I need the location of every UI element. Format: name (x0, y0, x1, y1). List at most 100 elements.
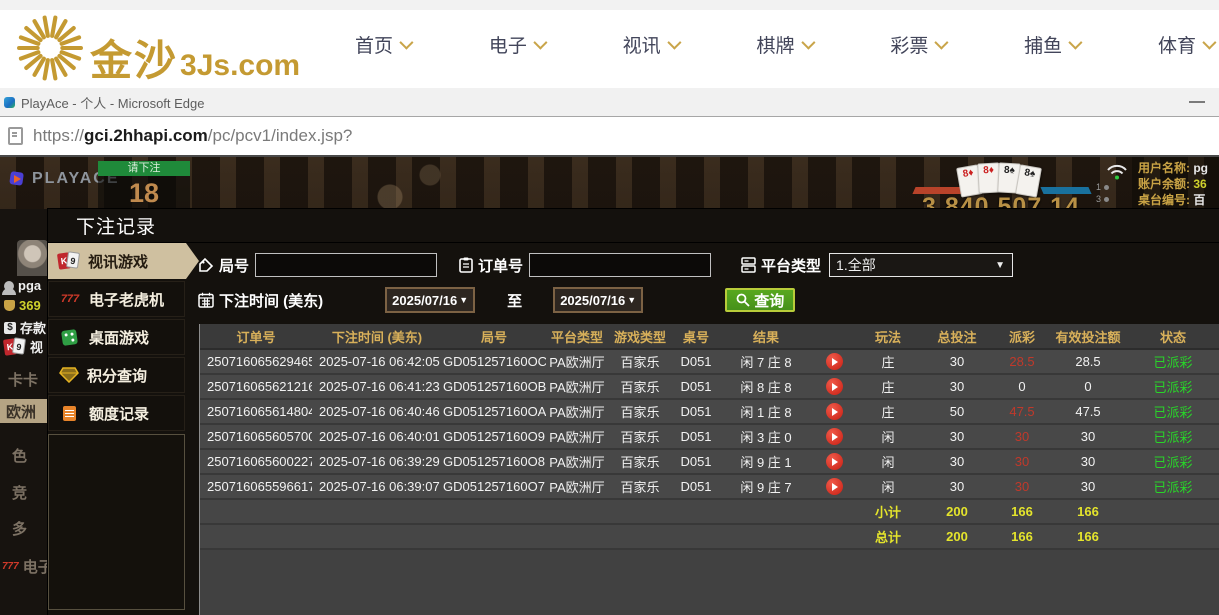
platform-type-select[interactable]: 1.全部 ▼ (829, 253, 1013, 277)
nav-label: 彩票 (890, 31, 928, 58)
cell-bet-time: 2025-07-16 06:39:29 (312, 449, 442, 474)
date-to-picker[interactable]: 2025/07/16 ▼ (553, 287, 643, 313)
bet-time-label: 下注时间 (美东) (219, 290, 323, 311)
table-row: 250716065629465 2025-07-16 06:42:05 GD05… (200, 349, 1219, 374)
menu-item-slots[interactable]: 777电子 (2, 556, 48, 577)
chevron-down-icon (533, 36, 547, 50)
nav-item-home[interactable]: 首页 (355, 31, 410, 58)
username-label: 用户名称: (1138, 161, 1190, 175)
menu-item-video[interactable]: K9 视 (4, 337, 43, 356)
play-icon (832, 458, 838, 466)
date-from-value: 2025/07/16 (392, 293, 457, 308)
search-button[interactable]: 查询 (725, 288, 795, 312)
tab-label: 积分查询 (87, 365, 147, 386)
order-no-input[interactable] (529, 253, 711, 277)
cell-game-type: 百家乐 (608, 449, 672, 474)
cell-result: 闲 3 庄 0 (720, 424, 812, 449)
table-row: 250716065614804 2025-07-16 06:40:46 GD05… (200, 399, 1219, 424)
balance-label: 账户余额: (1138, 177, 1190, 191)
bet-timer-box: 请下注 18 (98, 161, 190, 209)
col-play: 玩法 (856, 324, 920, 349)
server-stack-icon (741, 257, 756, 273)
tab-video-games[interactable]: K9 视讯游戏 (48, 243, 199, 279)
deposit-label: 存款 (20, 318, 46, 337)
cell-table-no: D051 (672, 374, 720, 399)
date-from-picker[interactable]: 2025/07/16 ▼ (385, 287, 475, 313)
address-bar[interactable]: https://gci.2hhapi.com/pc/pcv1/index.jsp… (0, 117, 1219, 156)
round-no-label-group: 局号 (198, 255, 249, 276)
cell-table-no: D051 (672, 399, 720, 424)
table-header-row: 订单号 下注时间 (美东) 局号 平台类型 游戏类型 桌号 结果 玩法 总投注 (200, 324, 1219, 349)
replay-button[interactable] (826, 353, 843, 370)
chevron-down-icon (1068, 36, 1082, 50)
nav-item-live[interactable]: 视讯 (623, 31, 678, 58)
cell-status: 已派彩 (1126, 399, 1219, 424)
menu-item-se[interactable]: 色 (12, 445, 27, 466)
cell-bet-time: 2025-07-16 06:39:07 (312, 474, 442, 499)
tab-table-games[interactable]: 桌面游戏 (48, 319, 185, 355)
cell-result: 闲 8 庄 8 (720, 374, 812, 399)
modal-content: 局号 订单号 平台类型 1.全部 ▼ (185, 243, 1219, 615)
cell-order-no: 250716065596617 (200, 474, 312, 499)
menu-item-duo[interactable]: 多 (12, 518, 27, 539)
col-platform: 平台类型 (546, 324, 608, 349)
cell-valid-bet: 0 (1050, 374, 1126, 399)
cell-payout: 47.5 (994, 399, 1050, 424)
document-icon (63, 406, 76, 421)
playing-cards-icon: K9 (4, 338, 26, 356)
nav-item-slots[interactable]: 电子 (489, 31, 544, 58)
nav-item-lottery[interactable]: 彩票 (890, 31, 945, 58)
menu-item-kaka[interactable]: 卡卡 (8, 369, 38, 390)
nav-item-fishing[interactable]: 捕鱼 (1024, 31, 1079, 58)
cell-status: 已派彩 (1126, 449, 1219, 474)
menu-item-europe-active[interactable]: 欧洲 (0, 399, 48, 423)
cell-game-type: 百家乐 (608, 474, 672, 499)
replay-button[interactable] (826, 403, 843, 420)
cell-table-no: D051 (672, 349, 720, 374)
table-number-label: 桌台编号: (1138, 193, 1190, 207)
nav-item-boardgames[interactable]: 棋牌 (756, 31, 811, 58)
lane-number: 1 (1096, 182, 1101, 192)
col-bet-time: 下注时间 (美东) (312, 324, 442, 349)
account-info-panel: 用户名称: pg 账户余额: 36 桌台编号: 百 (1132, 157, 1219, 209)
replay-button[interactable] (826, 428, 843, 445)
chevron-down-icon (667, 36, 681, 50)
username-text: pga (18, 278, 41, 293)
background-side-menu: pga 369 $存款 K9 视 卡卡 欧洲 色 竞 多 777电子 (0, 209, 48, 615)
minimize-button[interactable] (1189, 101, 1205, 103)
col-status: 状态 (1126, 324, 1219, 349)
nav-label: 电子 (489, 31, 527, 58)
cell-valid-bet: 30 (1050, 474, 1126, 499)
site-logo[interactable]: 金沙 3Js.com (16, 14, 300, 82)
replay-button[interactable] (826, 453, 843, 470)
deposit-button[interactable]: $存款 (4, 318, 46, 337)
cell-table-no: D051 (672, 474, 720, 499)
col-payout: 派彩 (994, 324, 1050, 349)
menu-label: 多 (12, 518, 27, 539)
tab-points-query[interactable]: 积分查询 (48, 357, 185, 393)
play-icon (832, 433, 838, 441)
cell-platform: PA欧洲厅 (546, 449, 608, 474)
nav-item-sports[interactable]: 体育 (1158, 31, 1213, 58)
menu-item-jing[interactable]: 竞 (12, 482, 27, 503)
dealt-cards: 8♦ 8♦ 8♠ 8♠ (960, 163, 1040, 193)
page-stage: PLAYACE 请下注 18 8♦ 8♦ 8♠ 8♠ 3,840,507.14 … (0, 155, 1219, 615)
bet-prompt: 请下注 (98, 161, 190, 176)
total-label: 总计 (856, 524, 920, 549)
countdown-timer: 18 (98, 176, 190, 209)
round-no-input[interactable] (255, 253, 437, 277)
col-valid-bet: 有效投注额 (1050, 324, 1126, 349)
replay-button[interactable] (826, 378, 843, 395)
brand-name-cn: 金沙 (90, 40, 178, 82)
caret-down-icon: ▼ (627, 295, 636, 305)
tab-quota-records[interactable]: 额度记录 (48, 395, 185, 431)
table-row: 250716065605700 2025-07-16 06:40:01 GD05… (200, 424, 1219, 449)
cell-payout: 28.5 (994, 349, 1050, 374)
menu-label: 视 (30, 337, 43, 356)
tab-slot-machines[interactable]: 777 电子老虎机 (48, 281, 185, 317)
replay-button[interactable] (826, 478, 843, 495)
cell-total-bet: 30 (920, 449, 994, 474)
col-game-type: 游戏类型 (608, 324, 672, 349)
cell-play: 庄 (856, 399, 920, 424)
order-no-label: 订单号 (478, 255, 523, 276)
